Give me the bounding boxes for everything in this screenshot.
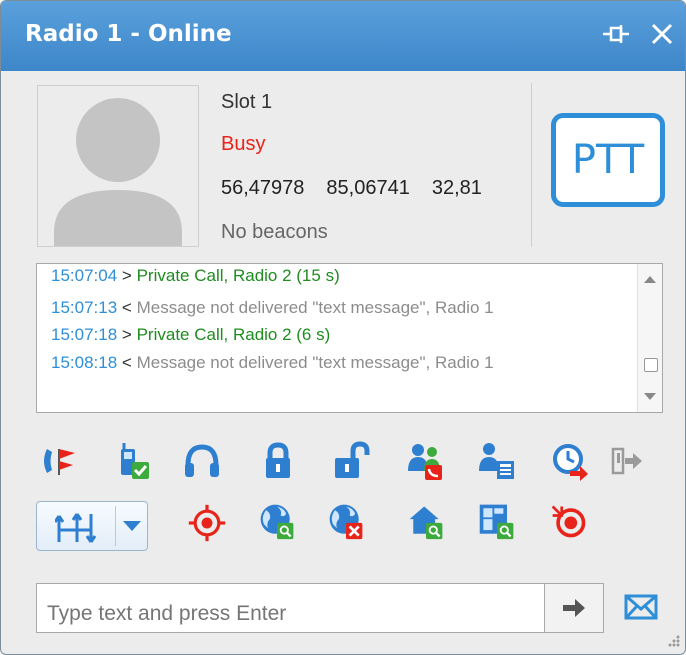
unlock-icon[interactable]	[331, 441, 371, 481]
channel-split-icon	[55, 513, 97, 543]
coordinates: 56,47978 85,06741 32,81	[221, 177, 513, 200]
log-direction: <	[121, 353, 132, 372]
status-label: Busy	[221, 133, 266, 155]
log-direction: >	[121, 325, 132, 344]
envelope-icon	[624, 594, 658, 620]
geofence-remove-icon[interactable]	[326, 501, 366, 541]
ptt-button[interactable]: PTT	[551, 113, 665, 207]
user-avatar-icon	[54, 98, 182, 246]
log-time: 15:07:13	[51, 298, 118, 317]
group-call-icon[interactable]	[405, 441, 445, 481]
channel-split-button[interactable]	[36, 501, 148, 551]
log-scrollbar[interactable]	[637, 264, 662, 412]
log-entry: 15:08:18 < Message not delivered "text m…	[51, 353, 494, 373]
close-icon	[651, 23, 673, 45]
log-entry: 15:07:04 > Private Call, Radio 2 (15 s)	[51, 266, 340, 286]
radio-window: Radio 1 - Online Slot 1 Busy 56,47978 85,…	[0, 0, 686, 655]
record-icon[interactable]	[549, 501, 589, 541]
beacons-label: No beacons	[221, 221, 328, 243]
split-divider	[115, 506, 116, 546]
log-entry: 15:07:18 > Private Call, Radio 2 (6 s)	[51, 325, 330, 345]
home-search-icon[interactable]	[406, 501, 446, 541]
event-log[interactable]: 15:07:04 > Private Call, Radio 2 (15 s) …	[36, 263, 663, 413]
lock-icon[interactable]	[258, 441, 298, 481]
arrow-right-icon	[563, 599, 585, 617]
mail-button[interactable]	[623, 591, 659, 623]
window-title: Radio 1 - Online	[25, 21, 232, 47]
title-bar: Radio 1 - Online	[1, 1, 685, 71]
message-input[interactable]	[36, 583, 545, 633]
log-text: Message not delivered "text message", Ra…	[136, 298, 494, 317]
altitude: 32,81	[431, 177, 482, 199]
headset-icon[interactable]	[182, 441, 222, 481]
scroll-up-icon[interactable]	[644, 276, 656, 283]
log-text: Private Call, Radio 2 (15 s)	[136, 266, 340, 285]
send-button[interactable]	[544, 583, 604, 633]
log-time: 15:07:04	[51, 266, 118, 285]
chevron-down-icon[interactable]	[123, 521, 141, 531]
call-alert-icon[interactable]	[39, 441, 79, 481]
log-time: 15:08:18	[51, 353, 118, 372]
scroll-thumb[interactable]	[644, 358, 658, 372]
exit-icon[interactable]	[607, 441, 647, 481]
avatar	[37, 85, 199, 247]
map-search-icon[interactable]	[477, 501, 517, 541]
log-entry: 15:07:13 < Message not delivered "text m…	[51, 298, 494, 318]
pin-button[interactable]	[599, 17, 633, 51]
pin-icon	[603, 25, 629, 43]
scroll-down-icon[interactable]	[644, 393, 656, 400]
latitude: 56,47978	[221, 177, 305, 199]
scheduled-task-icon[interactable]	[550, 441, 590, 481]
longitude: 85,06741	[326, 177, 410, 199]
radio-details-icon[interactable]	[477, 441, 517, 481]
log-text: Private Call, Radio 2 (6 s)	[136, 325, 331, 344]
log-direction: >	[121, 266, 132, 285]
geofence-search-icon[interactable]	[257, 501, 297, 541]
locate-icon[interactable]	[187, 503, 227, 543]
divider	[531, 83, 532, 247]
log-text: Message not delivered "text message", Ra…	[136, 353, 494, 372]
radio-check-icon[interactable]	[113, 441, 153, 481]
slot-label: Slot 1	[221, 91, 273, 113]
close-button[interactable]	[645, 17, 679, 51]
log-time: 15:07:18	[51, 325, 118, 344]
resize-grip-icon[interactable]	[665, 634, 681, 650]
log-direction: <	[121, 298, 132, 317]
